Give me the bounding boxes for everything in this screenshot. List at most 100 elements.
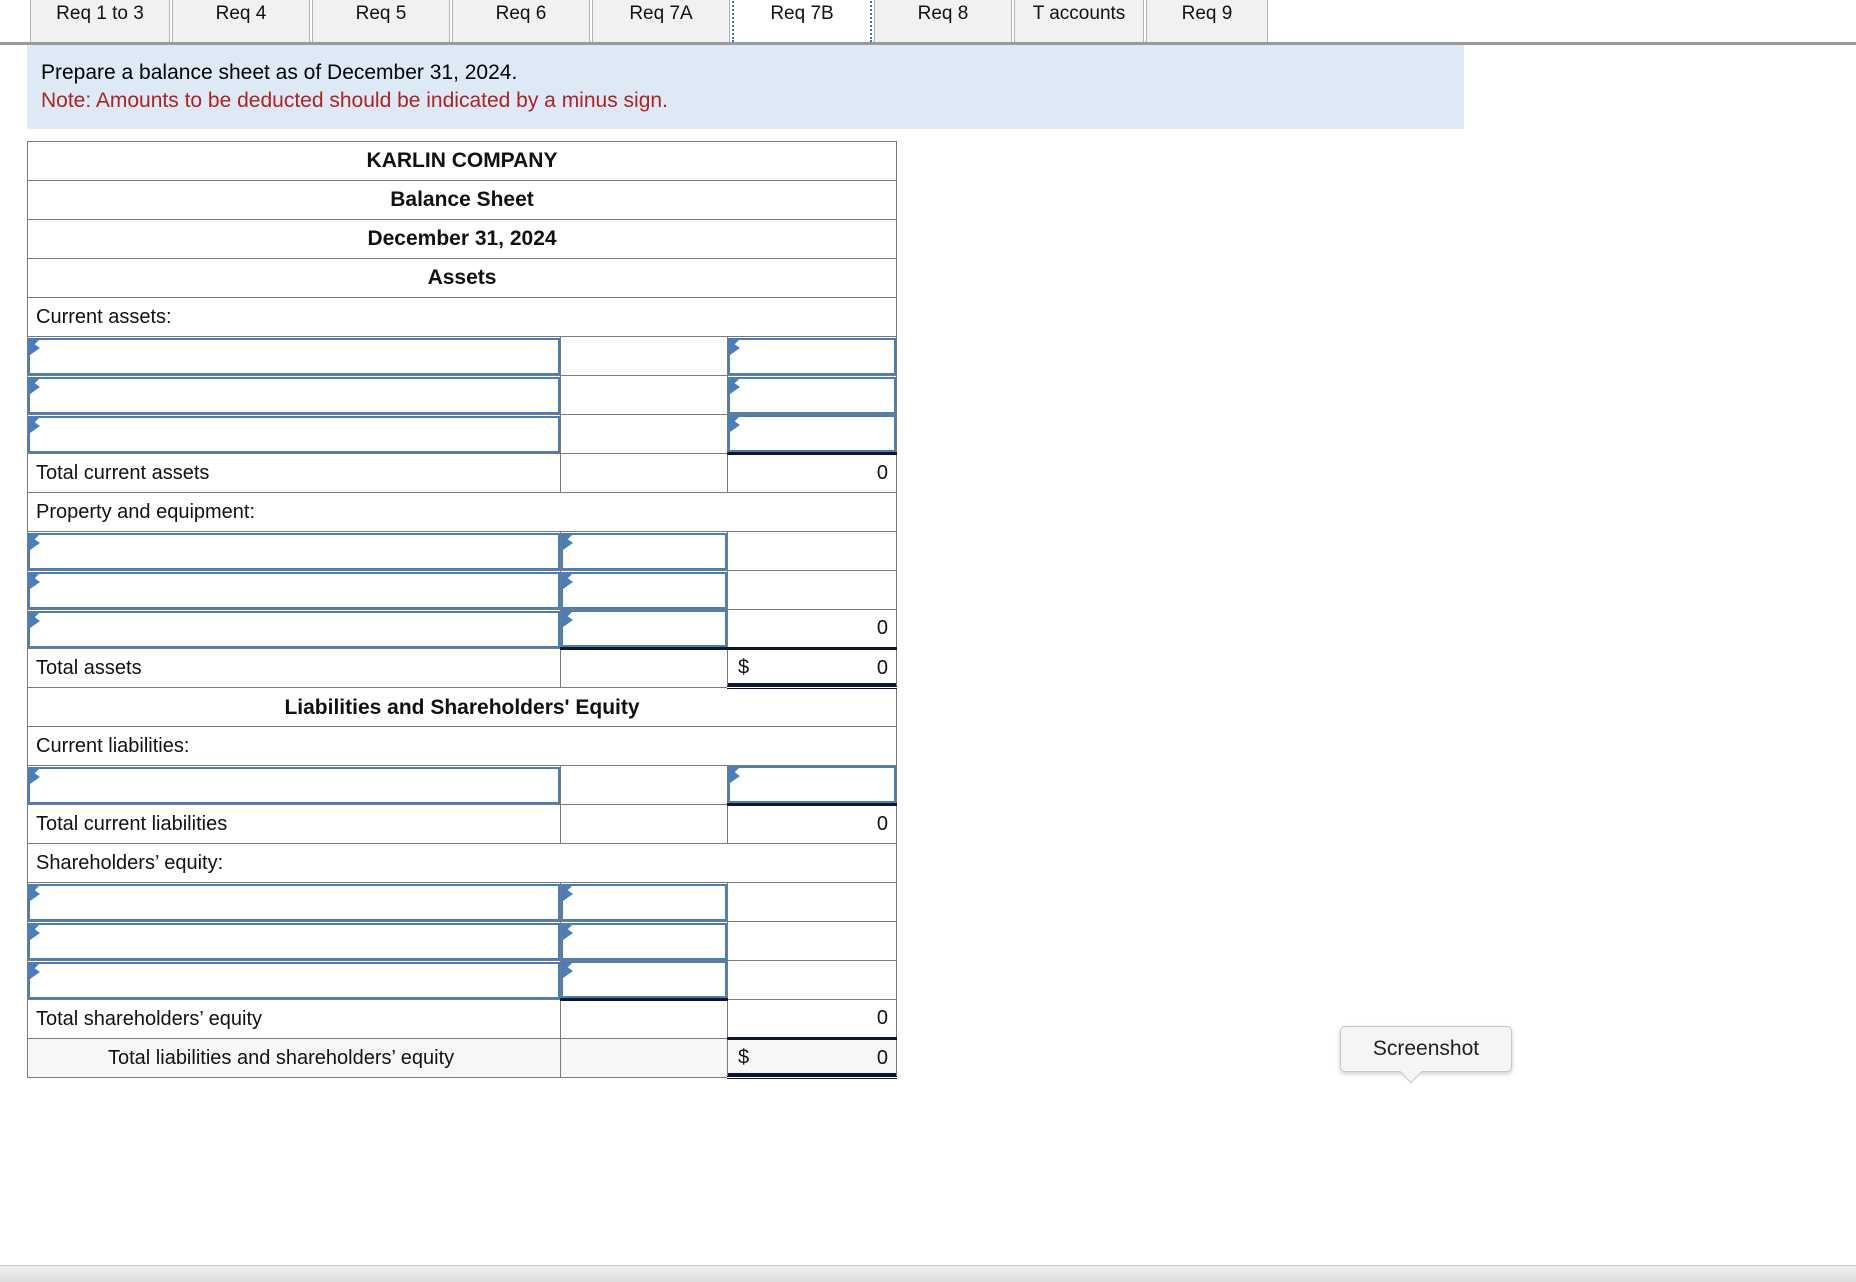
spacer-cell bbox=[726, 531, 898, 571]
tab-req-7a[interactable]: Req 7A bbox=[592, 0, 730, 42]
statement-name: Balance Sheet bbox=[26, 180, 898, 220]
tab-label: Req 9 bbox=[1181, 2, 1233, 24]
tab-req-9[interactable]: Req 9 bbox=[1146, 0, 1268, 42]
total-assets-value-cell: $0 bbox=[726, 647, 898, 689]
account-select-input[interactable] bbox=[28, 532, 560, 570]
property-account-cell-1[interactable] bbox=[27, 531, 561, 571]
window-bottom-strip bbox=[0, 1265, 1856, 1282]
account-select-input[interactable] bbox=[28, 961, 560, 999]
tab-req-7b[interactable]: Req 7B bbox=[732, 0, 872, 42]
tab-req-5[interactable]: Req 5 bbox=[312, 0, 450, 42]
screenshot-tooltip[interactable]: Screenshot bbox=[1340, 1026, 1512, 1084]
total-liabilities-and-equity-label: Total liabilities and shareholders’ equi… bbox=[27, 1038, 561, 1078]
total-current-assets-row: Total current assets 0 bbox=[27, 453, 898, 493]
account-select-input[interactable] bbox=[28, 610, 560, 648]
account-select-input[interactable] bbox=[28, 571, 560, 609]
table-row bbox=[27, 921, 898, 961]
table-row bbox=[27, 570, 898, 610]
current-liabilities-label: Current liabilities: bbox=[26, 726, 898, 766]
current-assets-account-cell-3[interactable] bbox=[27, 414, 561, 454]
tab-req-4[interactable]: Req 4 bbox=[172, 0, 310, 42]
account-select-input[interactable] bbox=[28, 415, 560, 453]
tab-label: Req 5 bbox=[355, 2, 407, 24]
spacer-cell bbox=[726, 960, 898, 1000]
table-row bbox=[27, 336, 898, 376]
account-select-input[interactable] bbox=[28, 883, 560, 921]
property-account-cell-3[interactable] bbox=[27, 609, 561, 649]
current-assets-account-cell-1[interactable] bbox=[27, 336, 561, 376]
sheet-title-row-date: December 31, 2024 bbox=[26, 219, 898, 259]
liabilities-heading: Liabilities and Shareholders' Equity bbox=[26, 687, 898, 727]
spacer-cell bbox=[560, 375, 728, 415]
tab-label: Req 1 to 3 bbox=[56, 2, 144, 24]
liabilities-heading-row: Liabilities and Shareholders' Equity bbox=[26, 687, 898, 727]
property-account-cell-2[interactable] bbox=[27, 570, 561, 610]
statement-date: December 31, 2024 bbox=[26, 219, 898, 259]
current-assets-account-cell-2[interactable] bbox=[27, 375, 561, 415]
tab-label: Req 6 bbox=[495, 2, 547, 24]
balance-sheet-worksheet: KARLIN COMPANY Balance Sheet December 31… bbox=[26, 141, 898, 1079]
tab-strip: Req 1 to 3 Req 4 Req 5 Req 6 Req 7A Req 7B Req… bbox=[0, 0, 1856, 45]
amount-input[interactable] bbox=[561, 922, 727, 960]
spacer-cell bbox=[560, 765, 728, 805]
amount-input[interactable] bbox=[728, 766, 897, 803]
spacer-cell bbox=[560, 336, 728, 376]
equity-account-cell-1[interactable] bbox=[27, 882, 561, 922]
tab-req-1-to-3[interactable]: Req 1 to 3 bbox=[30, 0, 170, 42]
total-current-assets-label: Total current assets bbox=[27, 453, 561, 493]
equity-account-cell-2[interactable] bbox=[27, 921, 561, 961]
tab-req-8[interactable]: Req 8 bbox=[874, 0, 1012, 42]
property-and-equipment-label: Property and equipment: bbox=[26, 492, 898, 532]
account-select-input[interactable] bbox=[28, 337, 560, 375]
total-current-liabilities-label: Total current liabilities bbox=[27, 804, 561, 844]
account-select-input[interactable] bbox=[28, 376, 560, 414]
assets-heading-row: Assets bbox=[26, 258, 898, 298]
table-row bbox=[27, 531, 898, 571]
amount-input[interactable] bbox=[561, 961, 727, 998]
current-liabilities-amount-cell-1[interactable] bbox=[726, 765, 898, 806]
account-select-input[interactable] bbox=[28, 922, 560, 960]
table-row bbox=[27, 765, 898, 806]
spacer-cell bbox=[560, 1038, 728, 1078]
amount-input[interactable] bbox=[728, 415, 897, 452]
assets-heading: Assets bbox=[26, 258, 898, 298]
total-liabilities-equity-row: Total liabilities and shareholders’ equi… bbox=[27, 1038, 898, 1079]
tab-req-6[interactable]: Req 6 bbox=[452, 0, 590, 42]
equity-amount-cell-2[interactable] bbox=[560, 921, 728, 961]
tab-list: Req 1 to 3 Req 4 Req 5 Req 6 Req 7A Req 7B Req… bbox=[30, 0, 1270, 42]
property-amount-cell-3[interactable] bbox=[560, 609, 728, 650]
tab-label: Req 8 bbox=[917, 2, 969, 24]
current-assets-amount-cell-2[interactable] bbox=[726, 375, 898, 415]
property-amount-cell-2[interactable] bbox=[560, 570, 728, 610]
spacer-cell bbox=[726, 882, 898, 922]
current-assets-amount-cell-3[interactable] bbox=[726, 414, 898, 455]
total-current-liabilities-value: 0 bbox=[726, 804, 898, 844]
tooltip-tail bbox=[1399, 1060, 1423, 1084]
property-amount-cell-1[interactable] bbox=[560, 531, 728, 571]
sheet-title-row-company: KARLIN COMPANY bbox=[26, 141, 898, 181]
total-assets-row: Total assets $0 bbox=[27, 647, 898, 689]
spacer-cell bbox=[560, 453, 728, 493]
amount-input[interactable] bbox=[561, 532, 727, 570]
equity-label-row: Shareholders’ equity: bbox=[26, 843, 898, 883]
instruction-banner: Prepare a balance sheet as of December 3… bbox=[27, 45, 1464, 129]
sheet-title-row-statement: Balance Sheet bbox=[26, 180, 898, 220]
amount-input[interactable] bbox=[561, 610, 727, 647]
equity-amount-cell-1[interactable] bbox=[560, 882, 728, 922]
total-current-assets-value: 0 bbox=[726, 453, 898, 493]
current-liabilities-account-cell-1[interactable] bbox=[27, 765, 561, 805]
total-assets-value: 0 bbox=[876, 656, 889, 679]
current-assets-amount-cell-1[interactable] bbox=[726, 336, 898, 376]
amount-input[interactable] bbox=[728, 376, 897, 414]
spacer-cell bbox=[560, 414, 728, 454]
amount-input[interactable] bbox=[728, 337, 897, 375]
equity-amount-cell-3[interactable] bbox=[560, 960, 728, 1001]
equity-account-cell-3[interactable] bbox=[27, 960, 561, 1000]
total-shareholders-equity-label: Total shareholders’ equity bbox=[27, 999, 561, 1039]
account-select-input[interactable] bbox=[28, 766, 560, 804]
current-liabilities-label-row: Current liabilities: bbox=[26, 726, 898, 766]
amount-input[interactable] bbox=[561, 883, 727, 921]
amount-input[interactable] bbox=[561, 571, 727, 609]
currency-symbol: $ bbox=[738, 1046, 750, 1069]
tab-t-accounts[interactable]: T accounts bbox=[1014, 0, 1144, 42]
